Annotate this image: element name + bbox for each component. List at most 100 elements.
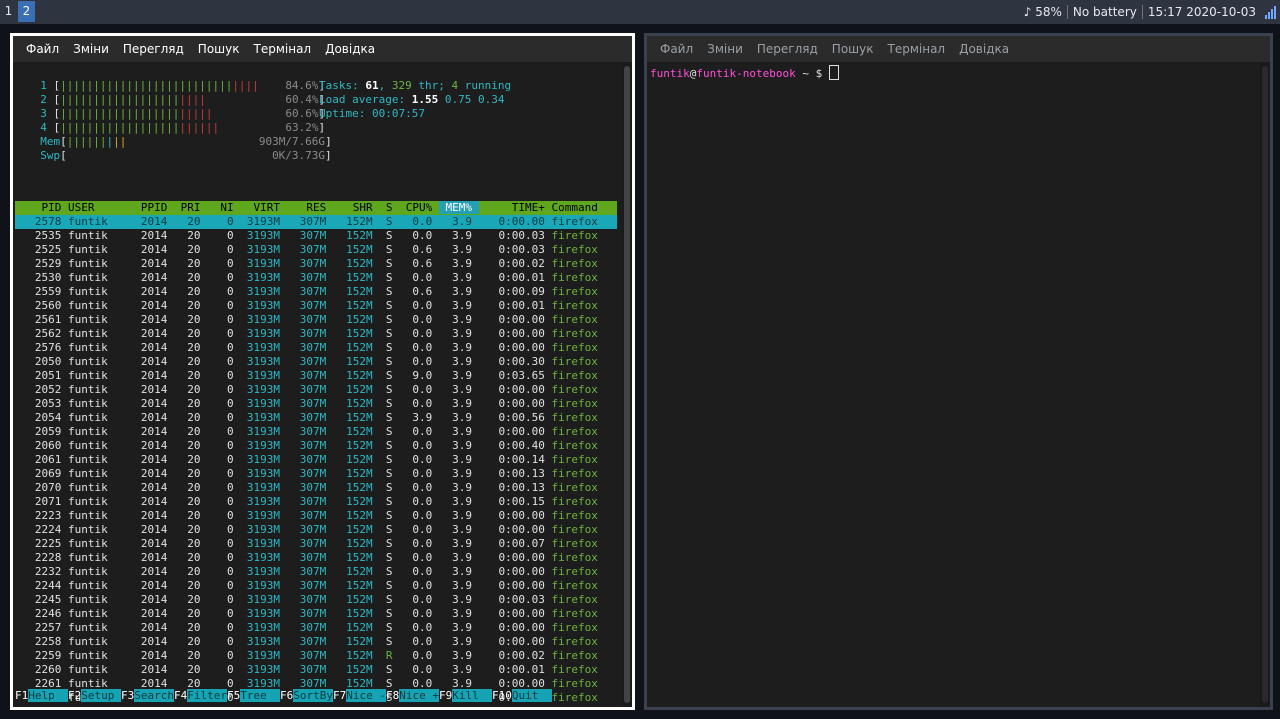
table-row[interactable]: 2224 funtik 2014 20 0 3193M 307M 152M S … — [15, 523, 617, 537]
fkey-f5[interactable]: F5 — [227, 689, 240, 702]
fkey-label[interactable]: Tree — [240, 689, 280, 702]
column-header-shr[interactable]: SHR — [333, 201, 379, 214]
column-header-cpu[interactable]: CPU% — [399, 201, 439, 214]
fkey-f10[interactable]: F10 — [492, 689, 512, 702]
fkey-label[interactable]: SortBy — [293, 689, 333, 702]
workspace-1-button[interactable]: 1 — [0, 1, 17, 22]
cell-res: 307M — [286, 243, 333, 256]
menu-item[interactable]: Файл — [26, 42, 59, 56]
table-row[interactable]: 2071 funtik 2014 20 0 3193M 307M 152M S … — [15, 495, 617, 509]
volume-indicator[interactable]: ♪ 58% — [1019, 5, 1067, 19]
table-row[interactable]: 2228 funtik 2014 20 0 3193M 307M 152M S … — [15, 551, 617, 565]
cpu-percent: 60.6% — [285, 107, 319, 120]
fkey-label[interactable]: Nice + — [399, 689, 439, 702]
table-row[interactable]: 2562 funtik 2014 20 0 3193M 307M 152M S … — [15, 327, 617, 341]
shell-terminal-window[interactable]: Файл Зміни Перегляд Пошук Термінал Довідка fu… — [644, 33, 1273, 710]
cell-pri: 20 — [173, 551, 208, 564]
menu-item[interactable]: Довідка — [325, 42, 375, 56]
menu-item[interactable]: Зміни — [707, 42, 743, 56]
column-header-virt[interactable]: VIRT — [240, 201, 286, 214]
scrollbar[interactable] — [1260, 62, 1270, 707]
table-row[interactable]: 2069 funtik 2014 20 0 3193M 307M 152M S … — [15, 467, 617, 481]
menu-item[interactable]: Термінал — [888, 42, 946, 56]
fkey-label[interactable]: Search — [134, 689, 174, 702]
table-row[interactable]: 2559 funtik 2014 20 0 3193M 307M 152M S … — [15, 285, 617, 299]
menu-item[interactable]: Довідка — [959, 42, 1009, 56]
column-header-user[interactable]: USER — [68, 201, 128, 214]
cell-ppid: 2014 — [127, 621, 174, 634]
table-row[interactable]: 2223 funtik 2014 20 0 3193M 307M 152M S … — [15, 509, 617, 523]
table-row[interactable]: 2535 funtik 2014 20 0 3193M 307M 152M S … — [15, 229, 617, 243]
table-row[interactable]: 2050 funtik 2014 20 0 3193M 307M 152M S … — [15, 355, 617, 369]
table-row[interactable]: 2525 funtik 2014 20 0 3193M 307M 152M S … — [15, 243, 617, 257]
fkey-f6[interactable]: F6 — [280, 689, 293, 702]
cell-time: 0:00.15 — [478, 495, 552, 508]
table-row[interactable]: 2070 funtik 2014 20 0 3193M 307M 152M S … — [15, 481, 617, 495]
column-header-ppid[interactable]: PPID — [128, 201, 174, 214]
fkey-f3[interactable]: F3 — [121, 689, 134, 702]
column-header-s[interactable]: S — [379, 201, 399, 214]
table-row[interactable]: 2260 funtik 2014 20 0 3193M 307M 152M S … — [15, 663, 617, 677]
cell-time: 0:00.00 — [478, 607, 552, 620]
fkey-f7[interactable]: F7 — [333, 689, 346, 702]
fkey-label[interactable]: Nice - — [346, 689, 386, 702]
table-row[interactable]: 2258 funtik 2014 20 0 3193M 307M 152M S … — [15, 635, 617, 649]
fkey-f8[interactable]: F8 — [386, 689, 399, 702]
cell-s: S — [379, 593, 400, 606]
table-row[interactable]: 2053 funtik 2014 20 0 3193M 307M 152M S … — [15, 397, 617, 411]
table-row[interactable]: 2530 funtik 2014 20 0 3193M 307M 152M S … — [15, 271, 617, 285]
scrollbar-thumb[interactable] — [624, 66, 630, 703]
table-row[interactable]: 2059 funtik 2014 20 0 3193M 307M 152M S … — [15, 425, 617, 439]
menu-item[interactable]: Пошук — [198, 42, 240, 56]
table-row[interactable]: 2051 funtik 2014 20 0 3193M 307M 152M S … — [15, 369, 617, 383]
column-header-ni[interactable]: NI — [207, 201, 240, 214]
table-row[interactable]: 2246 funtik 2014 20 0 3193M 307M 152M S … — [15, 607, 617, 621]
table-row[interactable]: 2561 funtik 2014 20 0 3193M 307M 152M S … — [15, 313, 617, 327]
fkey-label[interactable]: Quit — [511, 689, 552, 702]
menu-item[interactable]: Перегляд — [123, 42, 184, 56]
menu-item[interactable]: Пошук — [832, 42, 874, 56]
column-header-mem[interactable]: MEM% — [438, 201, 479, 214]
htop-view[interactable]: 1 [|||||||||||||||||||||||||||||| 84.6%]… — [13, 62, 632, 707]
table-row[interactable]: 2061 funtik 2014 20 0 3193M 307M 152M S … — [15, 453, 617, 467]
table-row[interactable]: 2060 funtik 2014 20 0 3193M 307M 152M S … — [15, 439, 617, 453]
menu-item[interactable]: Файл — [660, 42, 693, 56]
table-row[interactable]: 2578 funtik 2014 20 0 3193M 307M 152M S … — [15, 215, 617, 229]
workspace-2-button[interactable]: 2 — [18, 1, 35, 22]
fkey-label[interactable]: Setup — [81, 689, 121, 702]
htop-terminal-window[interactable]: Файл Зміни Перегляд Пошук Термінал Довідка 1 … — [10, 33, 635, 710]
cell-command: firefox — [551, 369, 618, 382]
fkey-f4[interactable]: F4 — [174, 689, 187, 702]
menu-item[interactable]: Термінал — [254, 42, 312, 56]
signal-icon[interactable] — [1265, 5, 1276, 19]
table-row[interactable]: 2052 funtik 2014 20 0 3193M 307M 152M S … — [15, 383, 617, 397]
table-row[interactable]: 2054 funtik 2014 20 0 3193M 307M 152M S … — [15, 411, 617, 425]
column-header-command[interactable]: Command — [552, 201, 618, 214]
table-row[interactable]: 2576 funtik 2014 20 0 3193M 307M 152M S … — [15, 341, 617, 355]
table-row[interactable]: 2245 funtik 2014 20 0 3193M 307M 152M S … — [15, 593, 617, 607]
table-row[interactable]: 2560 funtik 2014 20 0 3193M 307M 152M S … — [15, 299, 617, 313]
fkey-label[interactable]: Kill — [452, 689, 492, 702]
shell-view[interactable]: funtik@funtik-notebook ~ $ — [647, 62, 1270, 707]
table-row[interactable]: 2244 funtik 2014 20 0 3193M 307M 152M S … — [15, 579, 617, 593]
column-header-pri[interactable]: PRI — [174, 201, 207, 214]
fkey-f2[interactable]: F2 — [68, 689, 81, 702]
scrollbar[interactable] — [622, 62, 632, 707]
column-header-time[interactable]: TIME+ — [479, 201, 552, 214]
fkey-f1[interactable]: F1 — [15, 689, 28, 702]
fkey-label[interactable]: Help — [28, 689, 68, 702]
table-row[interactable]: 2529 funtik 2014 20 0 3193M 307M 152M S … — [15, 257, 617, 271]
column-header-res[interactable]: RES — [287, 201, 333, 214]
clock[interactable]: 15:17 2020-10-03 — [1141, 5, 1261, 19]
fkey-label[interactable]: Filter — [187, 689, 227, 702]
process-table-header[interactable]: PID USER PPID PRI NI VIRT RES SHR S CPU%… — [15, 201, 617, 215]
menu-item[interactable]: Зміни — [73, 42, 109, 56]
scrollbar-thumb[interactable] — [1262, 66, 1268, 703]
table-row[interactable]: 2232 funtik 2014 20 0 3193M 307M 152M S … — [15, 565, 617, 579]
table-row[interactable]: 2257 funtik 2014 20 0 3193M 307M 152M S … — [15, 621, 617, 635]
column-header-pid[interactable]: PID — [15, 201, 68, 214]
fkey-f9[interactable]: F9 — [439, 689, 452, 702]
table-row[interactable]: 2259 funtik 2014 20 0 3193M 307M 152M R … — [15, 649, 617, 663]
table-row[interactable]: 2225 funtik 2014 20 0 3193M 307M 152M S … — [15, 537, 617, 551]
menu-item[interactable]: Перегляд — [757, 42, 818, 56]
